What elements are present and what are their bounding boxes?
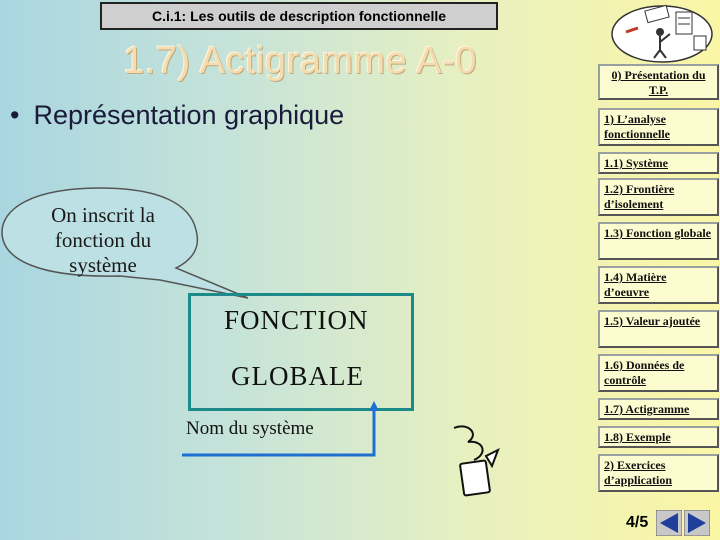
system-label: Nom du système (186, 418, 314, 439)
nav-item-actigramme[interactable]: 1.7) Actigramme (598, 398, 719, 420)
slide-title: 1.7) Actigramme A-0 (123, 40, 477, 82)
nav-item-donnees[interactable]: 1.6) Données de contrôle (598, 354, 719, 392)
header-title: C.i.1: Les outils de description fonctio… (151, 8, 447, 24)
nav-item-matiere[interactable]: 1.4) Matière d’oeuvre (598, 266, 719, 304)
function-label-line2: GLOBALE (231, 361, 364, 391)
nav-item-presentation[interactable]: 0) Présentation du T.P. (598, 64, 719, 100)
callout-line: On inscrit la (51, 203, 155, 227)
nav-item-exercices[interactable]: 2) Exercices d’application (598, 454, 719, 492)
nav-item-frontiere[interactable]: 1.2) Frontière d’isolement (598, 178, 719, 216)
nav-item-systeme[interactable]: 1.1) Système (598, 152, 719, 174)
next-arrow-icon[interactable] (684, 510, 711, 536)
pager: 4/5 (598, 506, 720, 540)
callout-text: On inscrit la fonction du système (18, 203, 188, 278)
nav-item-exemple[interactable]: 1.8) Exemple (598, 426, 719, 448)
nav-item-fonction-globale[interactable]: 1.3) Fonction globale (598, 222, 719, 260)
bullet-text: • Représentation graphique (10, 100, 344, 131)
callout-line: fonction du (54, 228, 152, 252)
mascot-logo-icon (611, 4, 713, 63)
nav-item-valeur[interactable]: 1.5) Valeur ajoutée (598, 310, 719, 348)
bullet-dot: • (10, 100, 20, 130)
pencil-paper-icon (453, 425, 500, 497)
nav-item-analyse[interactable]: 1) L’analyse fonctionnelle (598, 108, 719, 146)
header-bar: C.i.1: Les outils de description fonctio… (100, 2, 498, 30)
page-number: 4/5 (626, 514, 649, 531)
prev-arrow-icon[interactable] (656, 510, 683, 536)
bullet-label: Représentation graphique (33, 100, 345, 130)
callout-line: système (69, 253, 137, 277)
function-label-line1: FONCTION (224, 305, 369, 335)
